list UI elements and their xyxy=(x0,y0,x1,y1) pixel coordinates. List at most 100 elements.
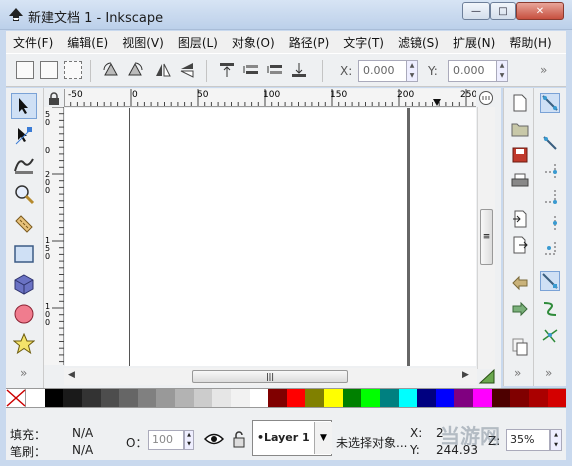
stroke-value[interactable]: N/A xyxy=(72,443,93,457)
select-all-layers-icon[interactable] xyxy=(40,61,58,79)
minimize-button[interactable]: — xyxy=(462,2,490,20)
rotate-ccw-icon[interactable] xyxy=(102,61,120,79)
color-swatch[interactable] xyxy=(26,389,45,407)
snap-bbox-button[interactable] xyxy=(540,133,560,153)
menu-text[interactable]: 文字(T) xyxy=(336,34,391,51)
export-button[interactable] xyxy=(510,235,530,255)
rectangle-tool[interactable] xyxy=(11,241,37,267)
menu-filters[interactable]: 滤镜(S) xyxy=(391,34,446,51)
zoom-tool[interactable] xyxy=(11,181,37,207)
select-tool[interactable] xyxy=(11,93,37,119)
duplicate-button[interactable] xyxy=(510,337,530,357)
snap-nodes-button[interactable] xyxy=(540,271,560,291)
color-swatch[interactable] xyxy=(342,389,362,407)
menu-help[interactable]: 帮助(H) xyxy=(502,34,558,51)
menu-path[interactable]: 路径(P) xyxy=(282,34,337,51)
node-tool[interactable] xyxy=(11,123,37,149)
flip-vertical-icon[interactable] xyxy=(178,61,196,79)
menu-extensions[interactable]: 扩展(N) xyxy=(446,34,502,51)
menu-file[interactable]: 文件(F) xyxy=(6,34,60,51)
color-swatch[interactable] xyxy=(230,389,250,407)
color-swatch[interactable] xyxy=(361,389,380,407)
menu-edit[interactable]: 编辑(E) xyxy=(60,34,115,51)
close-button[interactable]: ✕ xyxy=(516,2,564,20)
color-swatch[interactable] xyxy=(212,389,231,407)
color-swatch[interactable] xyxy=(435,389,455,407)
opacity-spinner[interactable]: ▲ ▼ xyxy=(184,430,194,450)
color-swatch[interactable] xyxy=(510,389,529,407)
lock-guides-icon[interactable] xyxy=(47,92,61,106)
vertical-scroll-thumb[interactable]: ≡ xyxy=(480,209,493,265)
snap-paths-button[interactable] xyxy=(540,299,560,319)
3d-box-tool[interactable] xyxy=(11,271,37,297)
print-button[interactable] xyxy=(510,171,530,191)
scroll-right-arrow-icon[interactable]: ▶ xyxy=(462,370,469,380)
fill-value[interactable]: N/A xyxy=(72,426,93,440)
commands-overflow-button[interactable]: » xyxy=(514,366,521,380)
no-paint-swatch[interactable] xyxy=(6,389,26,407)
color-swatch[interactable] xyxy=(193,389,213,407)
toolbar-overflow-button[interactable]: » xyxy=(540,63,547,77)
measure-tool[interactable] xyxy=(11,211,37,237)
color-swatch[interactable] xyxy=(249,389,269,407)
open-button[interactable] xyxy=(510,119,530,139)
rotate-cw-icon[interactable] xyxy=(126,61,144,79)
x-spinner[interactable]: ▲ ▼ xyxy=(406,60,418,82)
zoom-input[interactable]: 35% xyxy=(506,429,550,451)
color-swatch[interactable] xyxy=(268,389,287,407)
color-swatch[interactable] xyxy=(81,389,101,407)
tweak-tool[interactable] xyxy=(11,151,37,177)
zoom-fit-icon[interactable] xyxy=(478,90,494,106)
color-swatch[interactable] xyxy=(156,389,175,407)
raise-to-top-icon[interactable] xyxy=(218,61,236,79)
snap-bbox-corners-button[interactable] xyxy=(540,187,560,207)
chevron-down-icon[interactable]: ▼ xyxy=(314,422,332,454)
swatch-strip[interactable] xyxy=(26,389,567,407)
color-swatch[interactable] xyxy=(305,389,324,407)
maximize-button[interactable]: □ xyxy=(490,2,516,20)
menu-view[interactable]: 视图(V) xyxy=(115,34,171,51)
color-management-icon[interactable] xyxy=(478,368,496,385)
scroll-left-arrow-icon[interactable]: ◀ xyxy=(68,370,75,380)
flip-horizontal-icon[interactable] xyxy=(154,61,172,79)
redo-button[interactable] xyxy=(510,299,530,319)
import-button[interactable] xyxy=(510,209,530,229)
opacity-input[interactable]: 100 xyxy=(148,430,184,450)
color-palette[interactable] xyxy=(6,388,567,408)
color-swatch[interactable] xyxy=(63,389,82,407)
color-swatch[interactable] xyxy=(454,389,473,407)
undo-button[interactable] xyxy=(510,273,530,293)
color-swatch[interactable] xyxy=(100,389,120,407)
color-swatch[interactable] xyxy=(324,389,343,407)
snap-toggle-button[interactable] xyxy=(540,93,560,113)
star-tool[interactable] xyxy=(11,331,37,357)
menu-object[interactable]: 对象(O) xyxy=(225,34,282,51)
color-swatch[interactable] xyxy=(491,389,511,407)
lower-to-bottom-icon[interactable] xyxy=(290,61,308,79)
color-swatch[interactable] xyxy=(417,389,436,407)
snap-intersections-button[interactable] xyxy=(540,325,560,345)
horizontal-scrollbar[interactable]: ◀ ||| ▶ xyxy=(64,368,477,385)
color-swatch[interactable] xyxy=(547,389,567,407)
color-swatch[interactable] xyxy=(137,389,157,407)
snap-bbox-centers-button[interactable] xyxy=(540,239,560,259)
vertical-scrollbar[interactable]: ≡ xyxy=(477,107,495,369)
snap-overflow-button[interactable]: » xyxy=(545,366,552,380)
color-swatch[interactable] xyxy=(119,389,138,407)
raise-icon[interactable] xyxy=(242,61,260,79)
drawing-canvas[interactable] xyxy=(65,108,476,366)
menu-layer[interactable]: 图层(L) xyxy=(171,34,225,51)
snap-bbox-midpoints-button[interactable] xyxy=(540,213,560,233)
ellipse-tool[interactable] xyxy=(11,301,37,327)
layer-lock-icon[interactable] xyxy=(232,430,246,448)
color-swatch[interactable] xyxy=(175,389,194,407)
color-swatch[interactable] xyxy=(473,389,492,407)
new-document-button[interactable] xyxy=(510,93,530,113)
color-swatch[interactable] xyxy=(398,389,418,407)
zoom-spinner[interactable]: ▲ ▼ xyxy=(550,429,562,451)
snap-bbox-edges-button[interactable] xyxy=(540,161,560,181)
y-spinner[interactable]: ▲ ▼ xyxy=(496,60,508,82)
color-swatch[interactable] xyxy=(286,389,306,407)
lower-icon[interactable] xyxy=(266,61,284,79)
horizontal-scroll-thumb[interactable]: ||| xyxy=(192,370,348,383)
